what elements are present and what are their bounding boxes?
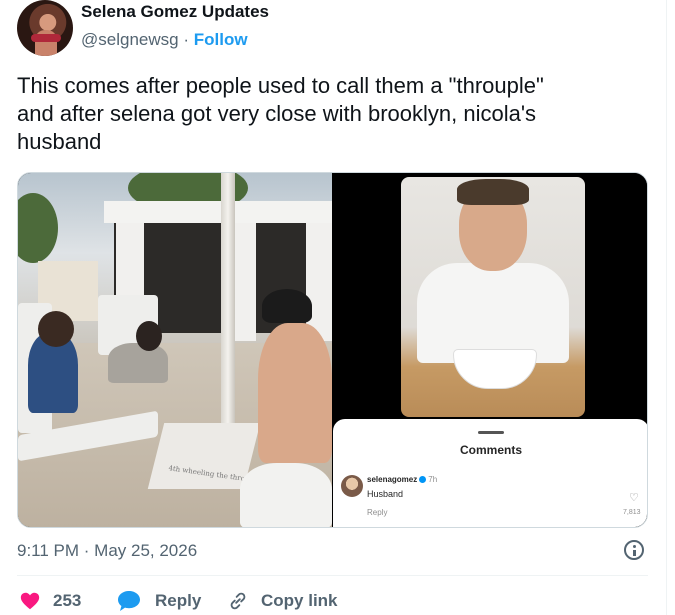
cabana-roof xyxy=(104,201,332,223)
person-right-shorts xyxy=(240,463,332,527)
reply-button[interactable]: Reply xyxy=(117,588,201,614)
umbrella-pole xyxy=(221,173,235,463)
comment-like-count: 7,813 xyxy=(623,509,641,516)
tree xyxy=(18,193,58,263)
comment-text: Husband xyxy=(367,489,404,499)
person-left-head xyxy=(38,311,74,347)
white-bowl xyxy=(453,349,537,389)
follow-button[interactable]: Follow xyxy=(194,30,248,49)
comment-heart-icon: ♡ xyxy=(629,492,639,504)
commenter-username: selenagomez xyxy=(367,475,418,484)
tweet-text-line: This comes after people used to call the… xyxy=(17,73,544,98)
verified-badge-icon xyxy=(419,476,427,483)
author-handle[interactable]: @selgnewsg xyxy=(81,30,179,49)
column-border xyxy=(666,0,667,615)
tweet-text-line: and after selena got very close with bro… xyxy=(17,101,537,126)
curtain xyxy=(306,223,332,341)
author-handle-row: @selgnewsg · Follow xyxy=(81,30,248,50)
info-icon[interactable] xyxy=(624,540,644,560)
tweet-header: Selena Gomez Updates @selgnewsg · Follow xyxy=(17,0,657,56)
video-frame xyxy=(401,177,585,417)
comments-panel: Comments selenagomez 7h Husband Reply ♡ 7… xyxy=(333,419,647,527)
avatar-top xyxy=(31,34,61,42)
author-avatar[interactable] xyxy=(17,0,73,56)
like-button[interactable]: 253 xyxy=(19,588,81,614)
link-icon xyxy=(227,590,249,612)
like-count: 253 xyxy=(53,591,82,610)
heart-icon xyxy=(19,590,41,612)
panel-grabber xyxy=(478,431,504,434)
tweet-media[interactable]: 4th wheeling the throuple... Comments se… xyxy=(17,172,648,528)
instagram-screenshot[interactable]: Comments selenagomez 7h Husband Reply ♡ 7… xyxy=(333,173,647,527)
commenter-avatar xyxy=(341,475,363,497)
copy-link-label: Copy link xyxy=(261,591,338,610)
tweet-timestamp[interactable]: 9:11 PM · May 25, 2026 xyxy=(17,541,197,561)
tweet-text: This comes after people used to call the… xyxy=(17,72,647,156)
person-right-cap xyxy=(262,289,312,323)
commenter-line: selenagomez 7h xyxy=(367,475,437,484)
person-middle-head xyxy=(136,321,162,351)
comments-title: Comments xyxy=(459,443,522,457)
tweet-text-line: husband xyxy=(17,129,102,154)
man-hair xyxy=(457,179,529,205)
person-middle xyxy=(108,343,168,383)
divider xyxy=(17,575,648,576)
action-bar: 253 Reply Copy link xyxy=(17,588,657,614)
comment-time: 7h xyxy=(428,475,438,484)
reply-bubble-icon xyxy=(117,590,141,612)
comment-reply-label: Reply xyxy=(367,508,388,517)
pool-photo[interactable]: 4th wheeling the throuple... xyxy=(18,173,332,527)
person-right xyxy=(258,323,332,463)
separator-dot: · xyxy=(183,30,189,49)
reply-label: Reply xyxy=(155,591,202,610)
copy-link-button[interactable]: Copy link xyxy=(227,588,338,614)
man-shirt xyxy=(417,263,569,363)
author-name[interactable]: Selena Gomez Updates xyxy=(81,2,269,22)
